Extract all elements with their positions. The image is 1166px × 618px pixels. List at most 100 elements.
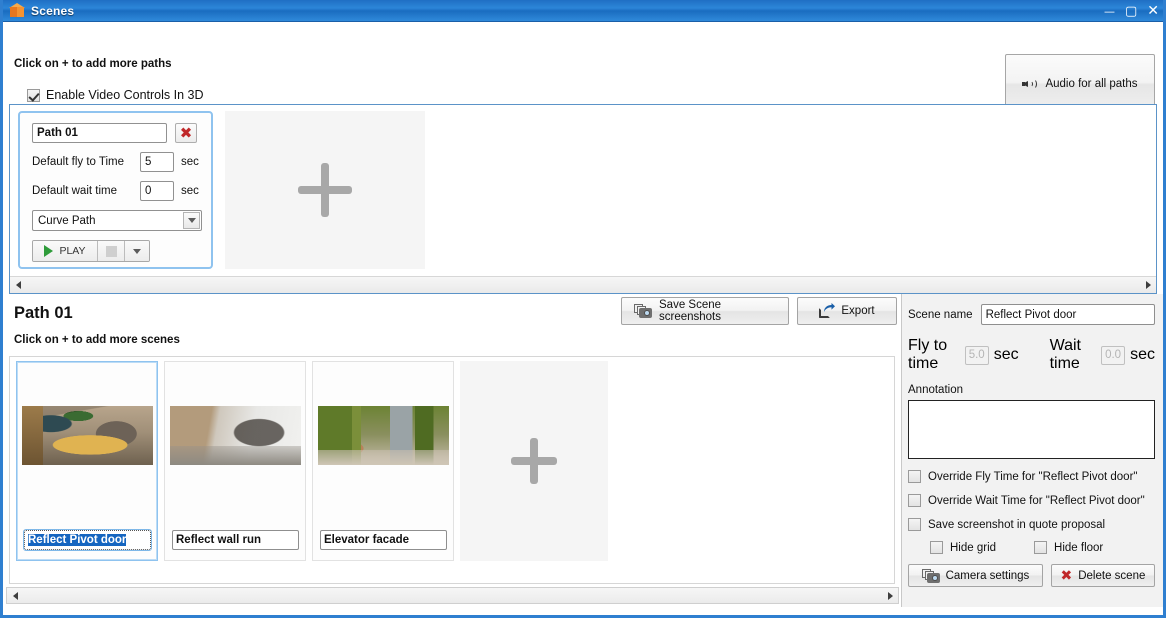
- scene-name-row: Scene name Reflect Pivot door: [908, 304, 1155, 325]
- play-icon: [44, 245, 54, 257]
- camera-stack-icon: [634, 304, 652, 318]
- scenes-section: Path 01 Click on + to add more scenes Sa…: [3, 294, 1163, 607]
- scene-name-input[interactable]: Reflect Pivot door: [23, 529, 152, 551]
- stop-icon: [105, 245, 117, 257]
- path-type-value: Curve Path: [38, 214, 96, 227]
- default-wait-time-input[interactable]: 0: [140, 181, 174, 201]
- default-fly-time-row: Default fly to Time 5 sec: [32, 152, 199, 172]
- scenes-window: Scenes — ▢ ✕ Click on + to add more path…: [0, 0, 1166, 618]
- close-icon[interactable]: ✕: [1147, 4, 1159, 18]
- play-button[interactable]: PLAY: [33, 241, 98, 261]
- camera-settings-label: Camera settings: [945, 569, 1030, 582]
- enable-video-controls-row[interactable]: Enable Video Controls In 3D: [27, 88, 204, 102]
- playback-controls: PLAY: [32, 240, 150, 262]
- delete-scene-label: Delete scene: [1078, 569, 1146, 582]
- speaker-icon: [1022, 78, 1038, 90]
- title-bar: Scenes — ▢ ✕: [3, 0, 1163, 22]
- override-fly-time-label: Override Fly Time for "Reflect Pivot doo…: [928, 470, 1138, 483]
- scene-name-field[interactable]: Reflect Pivot door: [980, 304, 1155, 325]
- scenes-strip: Reflect Pivot door Reflect wall run Elev…: [9, 356, 895, 584]
- path-type-select[interactable]: Curve Path: [32, 210, 202, 231]
- override-fly-time-checkbox[interactable]: [908, 470, 921, 483]
- default-wait-time-label: Default wait time: [32, 185, 118, 197]
- add-path-tile[interactable]: [225, 111, 425, 269]
- camera-settings-button[interactable]: Camera settings: [908, 564, 1043, 587]
- scroll-left-icon[interactable]: [7, 588, 23, 603]
- path-name-input[interactable]: Path 01: [32, 123, 167, 143]
- hide-floor-row[interactable]: Hide floor: [1034, 541, 1103, 554]
- annotation-label: Annotation: [908, 384, 963, 396]
- timing-row: Fly to time 5.0 sec Wait time 0.0 sec: [908, 337, 1155, 373]
- hide-grid-label: Hide grid: [950, 541, 997, 554]
- scene-name-text: Reflect Pivot door: [28, 534, 127, 546]
- window-title: Scenes: [31, 3, 75, 18]
- fly-to-time-input[interactable]: 5.0: [964, 345, 989, 365]
- wait-time-label: Wait time: [1049, 337, 1081, 372]
- override-wait-time-label: Override Wait Time for "Reflect Pivot do…: [928, 494, 1145, 507]
- wall-run-thumbnail: [170, 406, 301, 465]
- scroll-track[interactable]: [23, 588, 882, 603]
- scenes-horizontal-scrollbar[interactable]: [6, 587, 899, 604]
- fly-to-time-label: Fly to time: [908, 337, 948, 372]
- hide-grid-checkbox[interactable]: [930, 541, 943, 554]
- enable-video-controls-checkbox[interactable]: [27, 88, 40, 102]
- scene-card[interactable]: Reflect Pivot door: [16, 361, 158, 561]
- playback-options-button[interactable]: [125, 241, 149, 261]
- save-screenshot-checkbox[interactable]: [908, 518, 921, 531]
- delete-x-icon: ✖: [1060, 567, 1073, 584]
- scroll-right-icon[interactable]: [1140, 278, 1156, 293]
- default-wait-time-row: Default wait time 0 sec: [32, 181, 199, 201]
- scenes-hint: Click on + to add more scenes: [14, 334, 180, 346]
- save-scene-screenshots-label: Save Scene screenshots: [659, 299, 722, 323]
- chevron-down-icon[interactable]: [183, 212, 200, 229]
- window-controls: — ▢ ✕: [1104, 0, 1159, 22]
- scene-name-input[interactable]: Elevator facade: [320, 530, 447, 550]
- scene-name-label: Scene name: [908, 308, 973, 321]
- minimize-icon[interactable]: —: [1104, 6, 1115, 17]
- hide-floor-checkbox[interactable]: [1034, 541, 1048, 554]
- override-wait-time-checkbox[interactable]: [908, 494, 921, 507]
- enable-video-controls-label: Enable Video Controls In 3D: [46, 88, 204, 102]
- default-wait-time-unit: sec: [181, 185, 199, 197]
- hide-floor-label: Hide floor: [1054, 541, 1104, 554]
- wait-time-unit: sec: [1130, 346, 1155, 363]
- scene-settings-panel: Scene name Reflect Pivot door Fly to tim…: [901, 294, 1163, 607]
- export-button[interactable]: Export: [797, 297, 897, 325]
- path-card-header: Path 01 ✖: [32, 123, 199, 143]
- annotation-textarea[interactable]: [908, 400, 1155, 459]
- save-scene-screenshots-button[interactable]: Save Scene screenshots: [621, 297, 789, 325]
- scene-path-title: Path 01: [14, 304, 73, 322]
- hide-grid-row[interactable]: Hide grid: [930, 541, 996, 554]
- scene-card[interactable]: Elevator facade: [312, 361, 454, 561]
- maximize-icon[interactable]: ▢: [1125, 5, 1137, 18]
- box-icon: [9, 3, 25, 18]
- override-fly-time-row[interactable]: Override Fly Time for "Reflect Pivot doo…: [908, 470, 1155, 483]
- default-fly-time-unit: sec: [181, 156, 199, 168]
- delete-scene-button[interactable]: ✖ Delete scene: [1050, 564, 1155, 587]
- hide-options-row: Hide grid Hide floor: [908, 541, 1155, 554]
- override-wait-time-row[interactable]: Override Wait Time for "Reflect Pivot do…: [908, 494, 1155, 507]
- default-fly-time-input[interactable]: 5: [140, 152, 174, 172]
- wait-time-input[interactable]: 0.0: [1101, 345, 1126, 365]
- scene-toolbar: Save Scene screenshots Export: [621, 297, 897, 325]
- paths-panel: Path 01 ✖ Default fly to Time 5 sec Defa…: [9, 104, 1157, 294]
- stop-button[interactable]: [98, 241, 125, 261]
- default-fly-time-label: Default fly to Time: [32, 156, 125, 168]
- save-screenshot-label: Save screenshot in quote proposal: [928, 518, 1106, 531]
- scenes-list: Reflect Pivot door Reflect wall run Elev…: [10, 357, 894, 566]
- scene-card[interactable]: Reflect wall run: [164, 361, 306, 561]
- paths-horizontal-scrollbar[interactable]: [10, 276, 1156, 293]
- delete-path-button[interactable]: ✖: [175, 123, 197, 143]
- scroll-right-icon[interactable]: [882, 588, 898, 603]
- fly-to-time-unit: sec: [993, 346, 1019, 363]
- scene-name-input[interactable]: Reflect wall run: [172, 530, 299, 550]
- audio-button-label: Audio for all paths: [1045, 77, 1138, 90]
- add-scene-tile[interactable]: [460, 361, 608, 561]
- scroll-left-icon[interactable]: [10, 278, 26, 293]
- save-screenshot-row[interactable]: Save screenshot in quote proposal: [908, 518, 1155, 531]
- scroll-track[interactable]: [26, 278, 1140, 293]
- chevron-down-icon: [133, 248, 141, 254]
- path-card[interactable]: Path 01 ✖ Default fly to Time 5 sec Defa…: [18, 111, 213, 269]
- header-area: Click on + to add more paths Enable Vide…: [3, 22, 1163, 113]
- plus-icon: [511, 438, 557, 484]
